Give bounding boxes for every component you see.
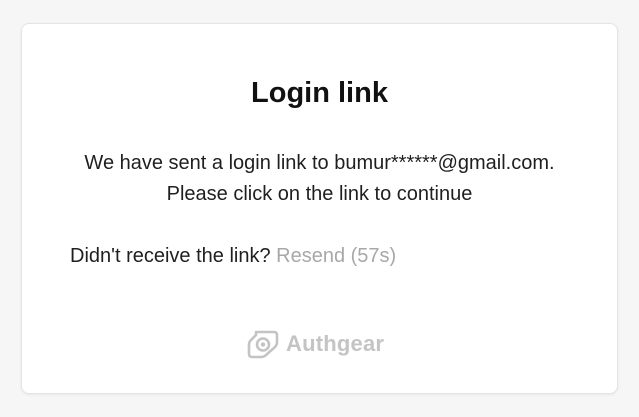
resend-row: Didn't receive the link? Resend (57s): [70, 243, 396, 269]
brand-name: Authgear: [286, 331, 385, 356]
resend-prompt: Didn't receive the link?: [70, 245, 271, 267]
message-line-1: We have sent a login link to bumur******…: [84, 152, 555, 174]
login-link-card: Login link We have sent a login link to …: [21, 23, 618, 394]
authgear-logo-icon: [247, 329, 279, 359]
message-line-2: Please click on the link to continue: [166, 183, 473, 205]
brand-footer: Authgear: [247, 329, 384, 359]
resend-button[interactable]: Resend (57s): [276, 245, 396, 267]
page-title: Login link: [251, 77, 388, 109]
login-link-message: We have sent a login link to bumur******…: [22, 148, 617, 210]
